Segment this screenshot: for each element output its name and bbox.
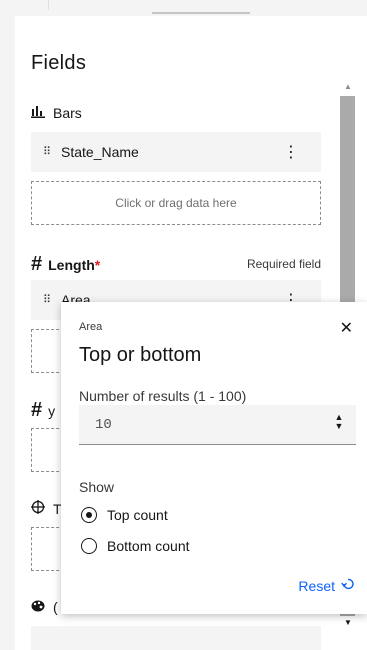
third-section-label: # y bbox=[31, 399, 55, 422]
radio-top-count[interactable]: Top count bbox=[81, 507, 168, 523]
required-field-text: Required field bbox=[246, 257, 321, 271]
tab-divider bbox=[48, 0, 49, 10]
palette-icon bbox=[31, 599, 45, 615]
length-section-label: # Length * bbox=[31, 253, 100, 276]
bars-section-label: Bars bbox=[31, 105, 82, 121]
fields-title: Fields bbox=[31, 52, 87, 74]
drag-handle-icon[interactable]: ⠿ bbox=[43, 146, 51, 158]
bars-field-chip[interactable]: ⠿ State_Name ⋮ bbox=[31, 132, 321, 172]
hash-icon: # bbox=[31, 399, 43, 421]
show-label: Show bbox=[79, 479, 115, 495]
close-icon[interactable]: ✕ bbox=[340, 318, 353, 338]
active-tab-indicator bbox=[152, 12, 250, 14]
scroll-up-arrow-icon[interactable]: ▲ bbox=[340, 78, 356, 94]
scroll-down-arrow-icon[interactable]: ▼ bbox=[340, 614, 356, 630]
number-of-results-input[interactable] bbox=[79, 405, 356, 445]
radio-bottom-count[interactable]: Bottom count bbox=[81, 538, 190, 554]
reset-icon bbox=[341, 577, 355, 594]
crosshair-icon bbox=[31, 500, 45, 517]
bar-chart-icon bbox=[31, 105, 45, 121]
fourth-section-label: T bbox=[31, 500, 62, 517]
fifth-section-label: ( bbox=[31, 599, 58, 615]
radio-selected-icon[interactable] bbox=[81, 507, 97, 523]
length-label: Length bbox=[48, 256, 95, 273]
top-tab-bar bbox=[0, 0, 367, 14]
bars-chip-label: State_Name bbox=[61, 144, 139, 160]
bottom-count-label: Bottom count bbox=[107, 538, 190, 554]
hash-icon: # bbox=[31, 253, 43, 275]
overflow-menu-icon[interactable]: ⋮ bbox=[283, 142, 299, 162]
required-asterisk: * bbox=[94, 256, 101, 273]
fifth-field-chip[interactable] bbox=[31, 626, 321, 650]
top-bottom-popover: Area ✕ Top or bottom Number of results (… bbox=[61, 302, 367, 614]
fifth-label: ( bbox=[53, 599, 58, 615]
reset-label: Reset bbox=[298, 577, 335, 594]
top-count-label: Top count bbox=[107, 507, 168, 523]
bars-label: Bars bbox=[53, 105, 82, 121]
reset-button[interactable]: Reset bbox=[298, 577, 355, 594]
radio-unselected-icon[interactable] bbox=[81, 538, 97, 554]
popover-title: Top or bottom bbox=[79, 344, 202, 366]
number-of-results-label: Number of results (1 - 100) bbox=[79, 388, 247, 404]
drag-handle-icon[interactable]: ⠿ bbox=[43, 294, 51, 306]
bars-drop-zone[interactable]: Click or drag data here bbox=[31, 181, 321, 225]
number-stepper-icon[interactable]: ▲ ▼ bbox=[332, 413, 346, 437]
third-label: y bbox=[48, 402, 56, 419]
popover-overline: Area bbox=[79, 321, 103, 333]
